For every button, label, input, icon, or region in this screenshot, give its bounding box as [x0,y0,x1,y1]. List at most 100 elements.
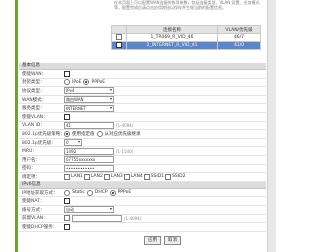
dial-mode-select[interactable]: 自动 [64,206,114,214]
8021p-priority-label: 802.1p优先级： [22,140,56,146]
table-row[interactable]: 2_INTERNET_R_VID_41 41/0 [111,41,261,50]
enable-wan-checkbox[interactable] [64,70,70,77]
connection-vlan: 46/7 [217,33,261,42]
ipv6-dhcp-label: DHCP [94,190,108,196]
row-service-type: 服务类型： INTERNET [19,104,266,113]
row-mru: MRU： 1492 (1-1540) [19,147,266,156]
enable-wan-label: 使能WAN： [22,71,47,77]
row-bind-ports: 绑定项： LAN1 LAN2 LAN3 LAN4 SSID1 SSID2 [19,173,266,182]
8021p-specified-label: 使用指定值 [72,131,95,137]
page-description: 在本页面上可以配置WAN连接的各项参数，包括连接类型、VLAN 设置、业务模式等… [114,0,260,10]
bind-lan2-label: LAN2 [90,174,103,180]
row-8021p-policy: 802.1p优先级策略： 使用指定值 从对应优先级继承 [19,130,266,139]
8021p-priority-select[interactable]: 0 [64,139,82,147]
password-input[interactable]: •••••••••••• [64,164,114,172]
bind-ssid1-checkbox[interactable] [143,173,150,180]
connection-vlan: 41/0 [217,41,261,50]
row-username: 用户名： 07755xxxxxxx [19,156,266,165]
ipv6-static-label: Static [72,190,85,196]
dhcp-server-checkbox[interactable] [64,223,70,230]
ipv6-static-radio[interactable] [64,189,70,196]
prefix-vlan-input[interactable] [72,214,122,222]
ipv6-mode-label: IP地址获取方式： [22,190,58,196]
vlan-id-hint: (1-4094) [116,122,134,128]
wan-mode-select[interactable]: 路由WAN [64,96,114,104]
row-checkbox[interactable] [116,34,122,41]
enable-vlan-checkbox[interactable] [64,113,70,120]
protocol-select[interactable]: IPv4 [64,87,114,95]
row-dhcp-server: 使能DHCP服务： [19,223,266,232]
password-label: 密码： [22,166,36,172]
form-buttons: 应用 取消 [144,236,181,245]
bind-ports-label: 绑定项： [22,174,40,180]
row-vlan-id: VLAN ID： 41 (1-4094) [19,121,266,131]
row-dial-mode: 拨号方式： 自动 [19,206,266,215]
dhcp-server-label: 使能DHCP服务： [22,224,58,230]
row-8021p-priority: 802.1p优先级： 0 [19,139,266,148]
connection-name: 1_TR069_R_VID_46 [126,33,218,42]
bind-lan2-checkbox[interactable] [83,173,90,180]
table-row[interactable]: 1_TR069_R_VID_46 46/7 [111,33,261,42]
username-input[interactable]: 07755xxxxxxx [64,156,114,164]
bind-lan4-label: LAN4 [130,174,143,180]
mru-hint: (1-1540) [116,148,134,154]
vlan-id-input[interactable]: 41 [64,121,114,129]
bind-lan3-label: LAN3 [110,174,123,180]
prefix-vlan-checkbox[interactable] [64,215,70,222]
apply-button[interactable]: 应用 [144,236,161,245]
bind-lan1-label: LAN1 [71,174,83,180]
enable-vlan-label: 使能VLAN： [22,114,48,120]
encap-ipoe-label: IPoE [72,79,82,85]
encap-pppoe-radio[interactable] [83,79,90,86]
row-wan-mode: WAN模式： 路由WAN [19,96,266,105]
wan-form: 基本信息 使能WAN： 封装类型： IPoE PPPoE 协议类型： IPv4 … [19,63,266,232]
section-basic-info: 基本信息 [19,63,266,70]
wan-config-panel: 在本页面上可以配置WAN连接的各项参数，包括连接类型、VLAN 设置、业务模式等… [19,0,266,252]
section-ipv6-info: IPv6信息 [19,181,266,189]
8021p-specified-radio[interactable] [64,130,70,137]
bind-lan4-checkbox[interactable] [123,173,130,180]
8021p-inherit-radio[interactable] [96,130,103,137]
wan-connection-table: 连接名称 VLAN/优先级 1_TR069_R_VID_46 46/7 2_IN… [111,25,261,50]
bind-lan3-checkbox[interactable] [103,173,110,180]
enable-nat-label: 使能NAT： [22,199,45,205]
left-margin [0,0,15,252]
row-protocol: 协议类型： IPv4 [19,87,266,96]
8021p-inherit-label: 从对应优先级继承 [104,131,141,137]
ipv6-dhcp-radio[interactable] [86,189,93,196]
ipv6-pppoe-label: PPPoE [117,190,132,196]
bind-lan1-checkbox[interactable] [64,173,70,180]
protocol-label: 协议类型： [22,88,45,94]
row-prefix-vlan: 前缀VLAN： (1-4094) [19,214,266,224]
username-label: 用户名： [22,157,40,163]
ipv6-pppoe-radio[interactable] [109,189,116,196]
vlan-id-label: VLAN ID： [22,123,45,129]
table-header-vlan: VLAN/优先级 [217,25,261,34]
prefix-vlan-hint: (1-4094) [124,215,142,221]
vertical-scrollbar[interactable] [267,0,276,252]
service-type-select[interactable]: INTERNET [64,104,114,112]
row-enable-wan: 使能WAN： [19,70,266,79]
encap-ipoe-radio[interactable] [64,79,70,86]
connection-name: 2_INTERNET_R_VID_41 [126,41,218,50]
wan-mode-label: WAN模式： [22,97,47,103]
service-type-label: 服务类型： [22,106,45,112]
cancel-button[interactable]: 取消 [164,236,181,245]
8021p-policy-label: 802.1p优先级策略： [22,131,65,137]
row-password: 密码： •••••••••••• [19,164,266,174]
encap-pppoe-label: PPPoE [91,79,106,85]
table-header-select [111,25,127,34]
row-encap-type: 封装类型： IPoE PPPoE [19,79,266,88]
row-checkbox[interactable] [116,42,122,49]
enable-nat-checkbox[interactable] [64,198,70,205]
bind-ssid1-label: SSID1 [150,174,165,180]
encap-type-label: 封装类型： [22,80,45,86]
mru-label: MRU： [22,149,37,155]
bind-ssid2-checkbox[interactable] [165,173,172,180]
mru-input[interactable]: 1492 [64,147,114,155]
row-enable-vlan: 使能VLAN： [19,113,266,122]
row-enable-nat: 使能NAT： [19,197,266,206]
table-header-name: 连接名称 [126,25,218,34]
page-frame-border [15,0,18,252]
row-ipv6-mode: IP地址获取方式： Static DHCP PPPoE [19,189,266,198]
